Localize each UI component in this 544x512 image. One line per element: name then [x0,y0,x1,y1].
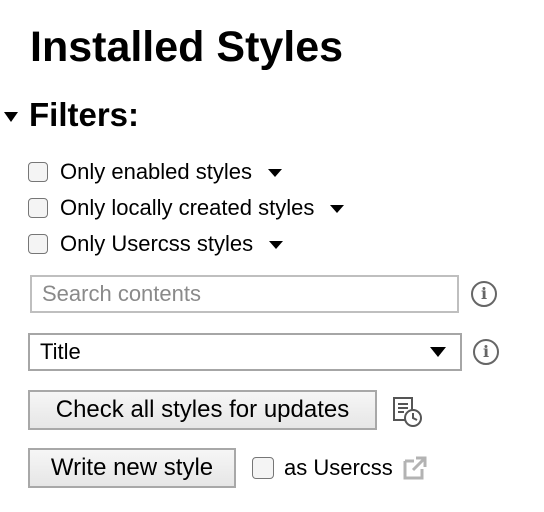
filter-local-label[interactable]: Only locally created styles [60,195,314,221]
sort-info-icon[interactable]: i [473,339,499,365]
filter-enabled-label[interactable]: Only enabled styles [60,159,252,185]
chevron-down-icon [430,347,446,357]
external-link-icon[interactable] [402,455,428,481]
filter-usercss-checkbox[interactable] [28,234,48,254]
chevron-down-icon[interactable] [269,241,284,249]
chevron-down-icon[interactable] [268,169,282,177]
as-usercss-label[interactable]: as Usercss [284,455,393,481]
sort-select-value: Title [40,339,81,364]
filter-enabled: Only enabled styles [28,158,282,186]
chevron-down-icon[interactable] [330,205,345,213]
filter-usercss-label[interactable]: Only Usercss styles [60,231,253,257]
filter-usercss: Only Usercss styles [28,230,284,258]
write-new-style-button[interactable]: Write new style [28,448,236,488]
filters-toggle[interactable]: Filters: [4,92,139,138]
update-history-icon[interactable] [392,396,424,428]
filters-heading: Filters: [29,96,140,133]
triangle-down-icon [4,112,18,122]
filter-local-checkbox[interactable] [28,198,48,218]
filter-enabled-checkbox[interactable] [28,162,48,182]
search-input[interactable] [30,275,459,313]
search-info-icon[interactable]: i [471,281,497,307]
as-usercss-option: as Usercss [252,454,428,482]
sort-select[interactable]: Title [28,333,462,371]
check-updates-button[interactable]: Check all styles for updates [28,390,377,430]
filter-local: Only locally created styles [28,194,345,222]
as-usercss-checkbox[interactable] [252,457,274,479]
page-title: Installed Styles [30,23,344,71]
